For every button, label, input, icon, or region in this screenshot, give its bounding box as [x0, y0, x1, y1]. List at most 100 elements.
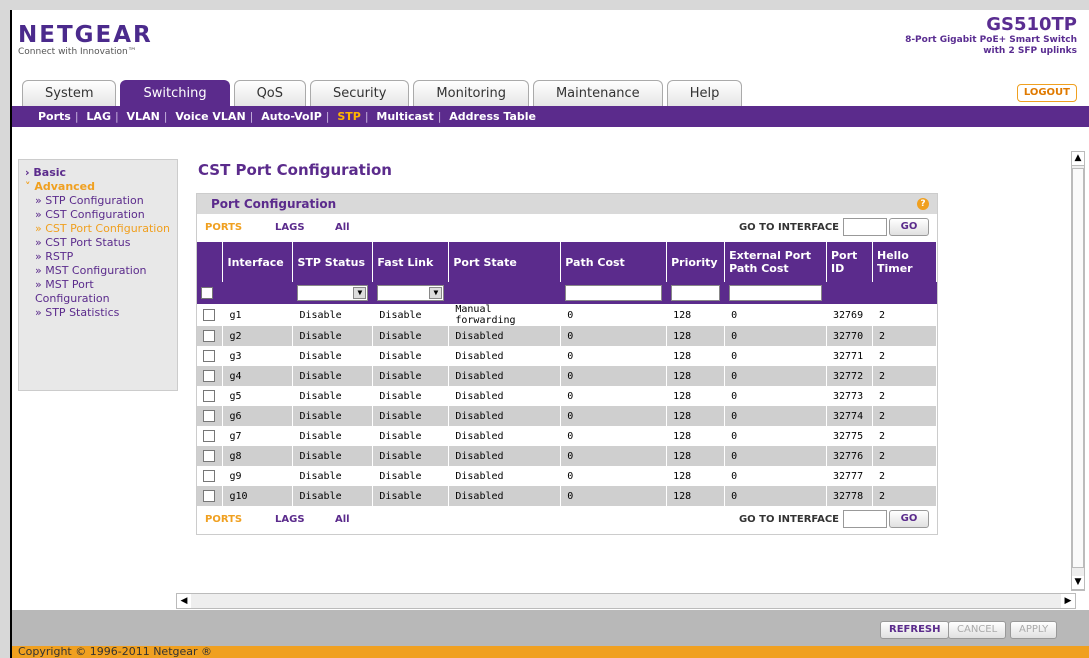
row-select-cell: [197, 466, 224, 486]
subnav-multicast[interactable]: Multicast: [376, 110, 433, 123]
nav-group-basic[interactable]: › Basic: [25, 166, 171, 180]
scroll-down-icon[interactable]: ▼: [1072, 576, 1084, 590]
help-icon[interactable]: ?: [917, 198, 929, 210]
subnav-lag[interactable]: LAG: [86, 110, 111, 123]
edit-port-state: [448, 282, 562, 304]
subnav-ports[interactable]: Ports: [38, 110, 71, 123]
nav-cst-port-configuration[interactable]: » CST Port Configuration: [25, 222, 171, 236]
row-select-cell: [197, 366, 224, 386]
cell-fast-link: Disable: [372, 486, 450, 506]
nav-rstp[interactable]: » RSTP: [25, 250, 171, 264]
tab-security[interactable]: Security: [310, 80, 410, 106]
scroll-thumb[interactable]: [1072, 168, 1084, 568]
row-checkbox[interactable]: [203, 390, 215, 402]
goto-interface-input-bottom[interactable]: [843, 510, 887, 528]
cell-fast-link: Disable: [372, 446, 450, 466]
cell-port-state: Manual forwarding: [448, 304, 562, 326]
subnav-voice-vlan[interactable]: Voice VLAN: [175, 110, 245, 123]
row-checkbox[interactable]: [203, 490, 215, 502]
horizontal-scrollbar[interactable]: ◀ ▶: [176, 593, 1076, 609]
row-select-cell: [197, 486, 224, 506]
table-row[interactable]: g2 Disable Disable Disabled 0 128 0 32770 2: [197, 326, 938, 346]
scroll-right-icon[interactable]: ▶: [1061, 594, 1075, 608]
filter-all[interactable]: All: [335, 222, 350, 233]
scroll-left-icon[interactable]: ◀: [177, 594, 191, 608]
table-row[interactable]: g4 Disable Disable Disabled 0 128 0 32772 2: [197, 366, 938, 386]
filter-ports-bottom[interactable]: PORTS: [205, 514, 242, 525]
tab-qos[interactable]: QoS: [233, 80, 307, 106]
cell-stp-status: Disable: [292, 486, 374, 506]
nav-mst-configuration[interactable]: » MST Configuration: [25, 264, 171, 278]
table-row[interactable]: g6 Disable Disable Disabled 0 128 0 32774 2: [197, 406, 938, 426]
row-select-cell: [197, 446, 224, 466]
brand-tagline: Connect with Innovation™: [18, 47, 137, 57]
cell-fast-link: Disable: [372, 326, 450, 346]
tab-monitoring[interactable]: Monitoring: [413, 80, 529, 106]
row-checkbox[interactable]: [203, 410, 215, 422]
tab-maintenance[interactable]: Maintenance: [532, 80, 663, 106]
tab-system[interactable]: System: [22, 80, 117, 106]
cell-port-id: 32769: [826, 304, 873, 326]
netgear-logo: NETGEAR Connect with Innovation™: [18, 22, 153, 57]
filter-ports[interactable]: PORTS: [205, 222, 242, 233]
refresh-button[interactable]: REFRESH: [880, 621, 950, 639]
select-all-checkbox[interactable]: [201, 287, 213, 299]
apply-button[interactable]: APPLY: [1010, 621, 1058, 639]
nav-stp-statistics[interactable]: » STP Statistics: [25, 306, 171, 320]
vertical-scrollbar[interactable]: ▲ ▼: [1071, 151, 1085, 591]
row-checkbox[interactable]: [203, 470, 215, 482]
external-path-cost-input[interactable]: [729, 285, 822, 301]
cell-priority: 128: [666, 366, 726, 386]
panel-header: Port Configuration ?: [197, 194, 937, 214]
go-button-bottom[interactable]: GO: [889, 510, 929, 528]
row-checkbox[interactable]: [203, 309, 215, 321]
row-checkbox[interactable]: [203, 350, 215, 362]
scroll-up-icon[interactable]: ▲: [1072, 152, 1084, 166]
table-row[interactable]: g8 Disable Disable Disabled 0 128 0 32776 2: [197, 446, 938, 466]
goto-interface-input[interactable]: [843, 218, 887, 236]
cell-path-cost: 0: [560, 304, 668, 326]
filter-bar-bottom: PORTS LAGS All GO TO INTERFACE GO: [197, 506, 937, 534]
nav-cst-port-status[interactable]: » CST Port Status: [25, 236, 171, 250]
tab-help[interactable]: Help: [666, 80, 743, 106]
header-priority: Priority: [666, 242, 726, 282]
cell-external-port-path-cost: 0: [724, 346, 827, 366]
filter-lags[interactable]: LAGS: [275, 222, 305, 233]
cell-external-port-path-cost: 0: [724, 326, 827, 346]
table-row[interactable]: g1 Disable Disable Manual forwarding 0 128 0 32…: [197, 304, 938, 326]
nav-stp-configuration[interactable]: » STP Configuration: [25, 194, 171, 208]
row-checkbox[interactable]: [203, 370, 215, 382]
edit-stp-status: ▼: [292, 282, 374, 304]
cell-priority: 128: [666, 406, 726, 426]
filter-lags-bottom[interactable]: LAGS: [275, 514, 305, 525]
priority-input[interactable]: [671, 285, 721, 301]
nav-group-advanced[interactable]: ˅ Advanced: [25, 180, 171, 194]
cancel-button[interactable]: CANCEL: [948, 621, 1007, 639]
filter-all-bottom[interactable]: All: [335, 514, 350, 525]
path-cost-input[interactable]: [565, 285, 663, 301]
cell-stp-status: Disable: [292, 326, 374, 346]
nav-mst-port-configuration[interactable]: » MST Port Configuration: [25, 278, 171, 306]
table-row[interactable]: g10 Disable Disable Disabled 0 128 0 32778 2: [197, 486, 938, 506]
subnav-address-table[interactable]: Address Table: [449, 110, 536, 123]
fast-link-select[interactable]: ▼: [377, 285, 445, 301]
subnav-stp[interactable]: STP: [337, 110, 361, 123]
cell-path-cost: 0: [560, 406, 668, 426]
tab-switching[interactable]: Switching: [120, 80, 230, 106]
nav-item-label: STP Configuration: [45, 194, 144, 207]
table-row[interactable]: g7 Disable Disable Disabled 0 128 0 32775 2: [197, 426, 938, 446]
logout-button[interactable]: LOGOUT: [1016, 84, 1077, 102]
row-checkbox[interactable]: [203, 430, 215, 442]
cell-path-cost: 0: [560, 446, 668, 466]
row-checkbox[interactable]: [203, 450, 215, 462]
subnav-auto-voip[interactable]: Auto-VoIP: [261, 110, 322, 123]
table-row[interactable]: g9 Disable Disable Disabled 0 128 0 32777 2: [197, 466, 938, 486]
row-checkbox[interactable]: [203, 330, 215, 342]
cell-fast-link: Disable: [372, 386, 450, 406]
table-row[interactable]: g3 Disable Disable Disabled 0 128 0 32771 2: [197, 346, 938, 366]
subnav-vlan[interactable]: VLAN: [127, 110, 160, 123]
nav-cst-configuration[interactable]: » CST Configuration: [25, 208, 171, 222]
go-button[interactable]: GO: [889, 218, 929, 236]
table-row[interactable]: g5 Disable Disable Disabled 0 128 0 32773 2: [197, 386, 938, 406]
stp-status-select[interactable]: ▼: [297, 285, 369, 301]
